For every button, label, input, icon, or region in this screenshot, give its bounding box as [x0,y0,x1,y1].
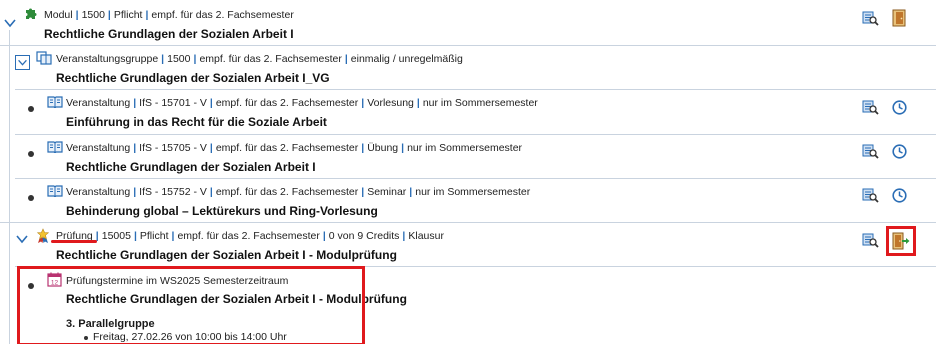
magnifier-details-icon[interactable] [862,187,879,204]
exam-dates-highlight [17,266,365,344]
meta-obligation: Pflicht [139,230,169,242]
meta-kind: Vorlesung [367,97,414,109]
course-title[interactable]: Rechtliche Grundlagen der Sozialen Arbei… [66,160,316,175]
meta-term: nur im Sommersemester [415,186,531,198]
highlight-underline [51,240,97,243]
course-meta: Veranstaltung | IfS - 15705 - V | empf. für … [66,142,523,154]
magnifier-details-icon[interactable] [862,99,879,116]
course-meta: Veranstaltung | IfS - 15752 - V | empf. für … [66,186,531,198]
meta-number: IfS - 15705 - V [139,142,207,154]
register-door-icon[interactable] [892,232,910,250]
meta-number: 1500 [167,53,191,65]
clock-icon[interactable] [892,144,907,159]
module-title[interactable]: Rechtliche Grundlagen der Sozialen Arbei… [44,27,294,42]
award-icon [36,228,50,243]
meta-term: nur im Sommersemester [422,97,538,109]
tree-bullet [28,106,34,112]
book-icon [47,96,63,108]
chevron-down-icon[interactable] [15,232,29,246]
tree-bullet [28,151,34,157]
meta-obligation: Pflicht [113,9,143,21]
course-title[interactable]: Einführung in das Recht für die Soziale … [66,115,327,130]
meta-number: IfS - 15752 - V [139,186,207,198]
exam-meta: Prüfung | 15005 | Pflicht | empf. für das 2. F… [56,230,444,242]
course-title[interactable]: Behinderung global – Lektürekurs und Rin… [66,204,378,219]
meta-kind: Übung [367,142,399,154]
tree-bullet [28,195,34,201]
meta-semester: empf. für das 2. Fachsemester [215,142,359,154]
meta-number: 15005 [101,230,131,242]
chevron-down-icon[interactable] [15,55,30,70]
meta-type: Veranstaltung [66,186,131,198]
clock-icon[interactable] [892,188,907,203]
meta-type: Veranstaltungsgruppe [56,53,159,65]
magnifier-details-icon[interactable] [862,143,879,160]
magnifier-details-icon[interactable] [862,232,879,249]
meta-type: Veranstaltung [66,142,131,154]
meta-number: 1500 [81,9,105,21]
meta-semester: empf. für das 2. Fachsemester [199,53,342,65]
meta-semester: empf. für das 2. Fachsemester [215,97,359,109]
clock-icon[interactable] [892,100,907,115]
puzzle-icon [26,8,37,19]
group-book-icon [36,51,52,65]
meta-credits: 0 von 9 Credits [328,230,400,242]
meta-number: IfS - 15701 - V [139,97,207,109]
door-icon[interactable] [892,9,906,27]
chevron-down-icon[interactable] [3,16,17,30]
module-meta: Modul | 1500 | Pflicht | empf. für das 2. Fach… [44,9,294,21]
book-icon [47,141,63,153]
group-title[interactable]: Rechtliche Grundlagen der Sozialen Arbei… [56,71,330,86]
meta-kind: Seminar [367,186,407,198]
meta-term: nur im Sommersemester [407,142,523,154]
meta-semester: empf. für das 2. Fachsemester [151,9,294,21]
magnifier-details-icon[interactable] [862,10,879,27]
meta-exam-form: Klausur [408,230,444,242]
exam-title[interactable]: Rechtliche Grundlagen der Sozialen Arbei… [56,248,397,263]
meta-type: Modul [44,9,73,21]
group-meta: Veranstaltungsgruppe | 1500 | empf. für das … [56,53,463,65]
meta-frequency: einmalig / unregelmäßig [350,53,463,65]
meta-semester: empf. für das 2. Fachsemester [215,186,359,198]
book-icon [47,185,63,197]
course-meta: Veranstaltung | IfS - 15701 - V | empf. für … [66,97,538,109]
meta-semester: empf. für das 2. Fachsemester [177,230,320,242]
meta-type: Veranstaltung [66,97,131,109]
